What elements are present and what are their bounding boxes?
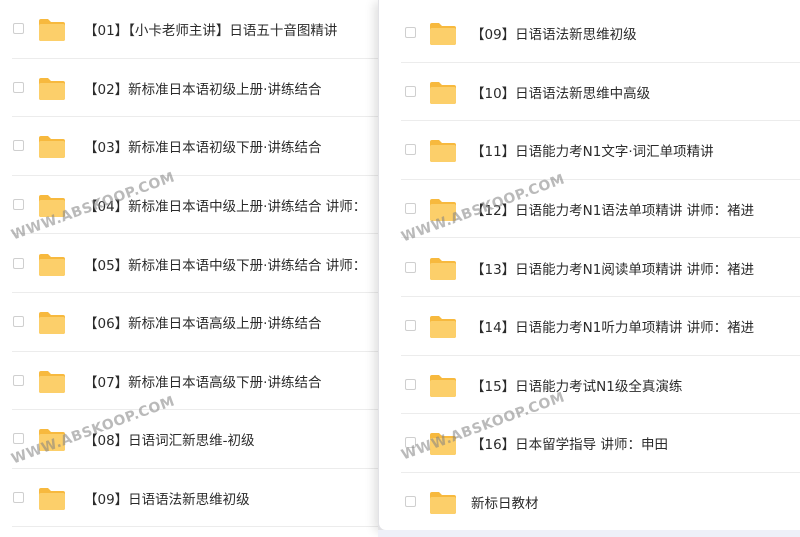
row-checkbox[interactable] [13, 199, 24, 211]
list-item[interactable]: 【07】新标准日本语高级下册·讲练结合 [0, 352, 378, 411]
row-checkbox[interactable] [13, 81, 24, 93]
folder-icon [39, 312, 65, 335]
folder-icon [430, 316, 456, 339]
folder-icon [39, 77, 65, 100]
list-item[interactable]: 【14】日语能力考N1听力单项精讲 讲师：褚进 [379, 297, 800, 356]
item-name: 【05】新标准日本语中级下册·讲练结合 讲师： [84, 257, 367, 274]
folder-icon [430, 374, 456, 397]
folder-icon [430, 433, 456, 456]
bottom-strip [378, 530, 800, 537]
folder-icon [39, 19, 65, 42]
row-checkbox[interactable] [405, 320, 416, 332]
list-item[interactable]: 【09】日语语法新思维初级 [0, 469, 378, 528]
list-item[interactable]: 【05】新标准日本语中级下册·讲练结合 讲师： [0, 234, 378, 293]
folder-icon [39, 429, 65, 452]
item-name: 【09】日语语法新思维初级 [471, 27, 637, 44]
folder-icon [430, 199, 456, 222]
row-checkbox[interactable] [13, 316, 24, 328]
row-checkbox[interactable] [405, 27, 416, 39]
list-item[interactable]: 【03】新标准日本语初级下册·讲练结合 [0, 117, 378, 176]
folder-icon [430, 140, 456, 163]
folder-icon [39, 195, 65, 218]
list-item[interactable]: 新标日教材 [379, 473, 800, 530]
item-name: 【06】新标准日本语高级上册·讲练结合 [84, 316, 322, 333]
list-item[interactable]: 【06】新标准日本语高级上册·讲练结合 [0, 293, 378, 352]
item-name: 【08】日语词汇新思维-初级 [84, 433, 255, 450]
list-item[interactable]: 【01】【小卡老师主讲】日语五十音图精讲 [0, 0, 378, 59]
item-name: 【12】日语能力考N1语法单项精讲 讲师：褚进 [471, 203, 755, 220]
row-checkbox[interactable] [405, 378, 416, 390]
row-checkbox[interactable] [405, 261, 416, 273]
list-item[interactable]: 【15】日语能力考试N1级全真演练 [379, 356, 800, 415]
folder-icon [430, 257, 456, 280]
row-checkbox[interactable] [405, 144, 416, 156]
item-name: 【14】日语能力考N1听力单项精讲 讲师：褚进 [471, 320, 755, 337]
item-name: 【03】新标准日本语初级下册·讲练结合 [84, 140, 322, 157]
list-item[interactable]: 【08】日语词汇新思维-初级 [0, 410, 378, 469]
left-file-list: 【01】【小卡老师主讲】日语五十音图精讲 【02】新标准日本语初级上册·讲练结合… [0, 0, 378, 537]
folder-icon [39, 136, 65, 159]
list-item[interactable]: 【09】日语语法新思维初级 [379, 4, 800, 63]
item-name: 【07】新标准日本语高级下册·讲练结合 [84, 374, 322, 391]
item-name: 新标日教材 [471, 496, 539, 513]
row-checkbox[interactable] [13, 140, 24, 152]
folder-icon [430, 23, 456, 46]
right-file-list: 【09】日语语法新思维初级 【10】日语语法新思维中高级 【11】日语能力考N1… [378, 0, 800, 531]
list-item[interactable]: 【11】日语能力考N1文字·词汇单项精讲 [379, 121, 800, 180]
folder-icon [430, 81, 456, 104]
list-item[interactable]: 【12】日语能力考N1语法单项精讲 讲师：褚进 [379, 180, 800, 239]
list-item[interactable]: 【02】新标准日本语初级上册·讲练结合 [0, 59, 378, 118]
item-name: 【16】日本留学指导 讲师：申田 [471, 437, 668, 454]
row-checkbox[interactable] [13, 23, 24, 35]
item-name: 【09】日语语法新思维初级 [84, 492, 250, 509]
row-checkbox[interactable] [405, 203, 416, 215]
folder-icon [39, 488, 65, 511]
item-name: 【02】新标准日本语初级上册·讲练结合 [84, 81, 322, 98]
row-checkbox[interactable] [405, 496, 416, 508]
row-checkbox[interactable] [13, 257, 24, 269]
folder-icon [39, 370, 65, 393]
row-checkbox[interactable] [13, 433, 24, 445]
list-item[interactable]: 【10】日语语法新思维中高级 [379, 63, 800, 122]
folder-icon [430, 492, 456, 515]
item-name: 【01】【小卡老师主讲】日语五十音图精讲 [84, 23, 338, 40]
row-checkbox[interactable] [13, 374, 24, 386]
row-checkbox[interactable] [405, 85, 416, 97]
item-name: 【04】新标准日本语中级上册·讲练结合 讲师： [84, 199, 367, 216]
row-checkbox[interactable] [13, 492, 24, 504]
list-item[interactable]: 【04】新标准日本语中级上册·讲练结合 讲师： [0, 176, 378, 235]
row-checkbox[interactable] [405, 437, 416, 449]
list-item[interactable]: 【16】日本留学指导 讲师：申田 [379, 414, 800, 473]
list-item[interactable]: 【13】日语能力考N1阅读单项精讲 讲师：褚进 [379, 238, 800, 297]
item-name: 【13】日语能力考N1阅读单项精讲 讲师：褚进 [471, 261, 755, 278]
folder-icon [39, 253, 65, 276]
item-name: 【10】日语语法新思维中高级 [471, 85, 651, 102]
item-name: 【15】日语能力考试N1级全真演练 [471, 378, 683, 395]
item-name: 【11】日语能力考N1文字·词汇单项精讲 [471, 144, 714, 161]
